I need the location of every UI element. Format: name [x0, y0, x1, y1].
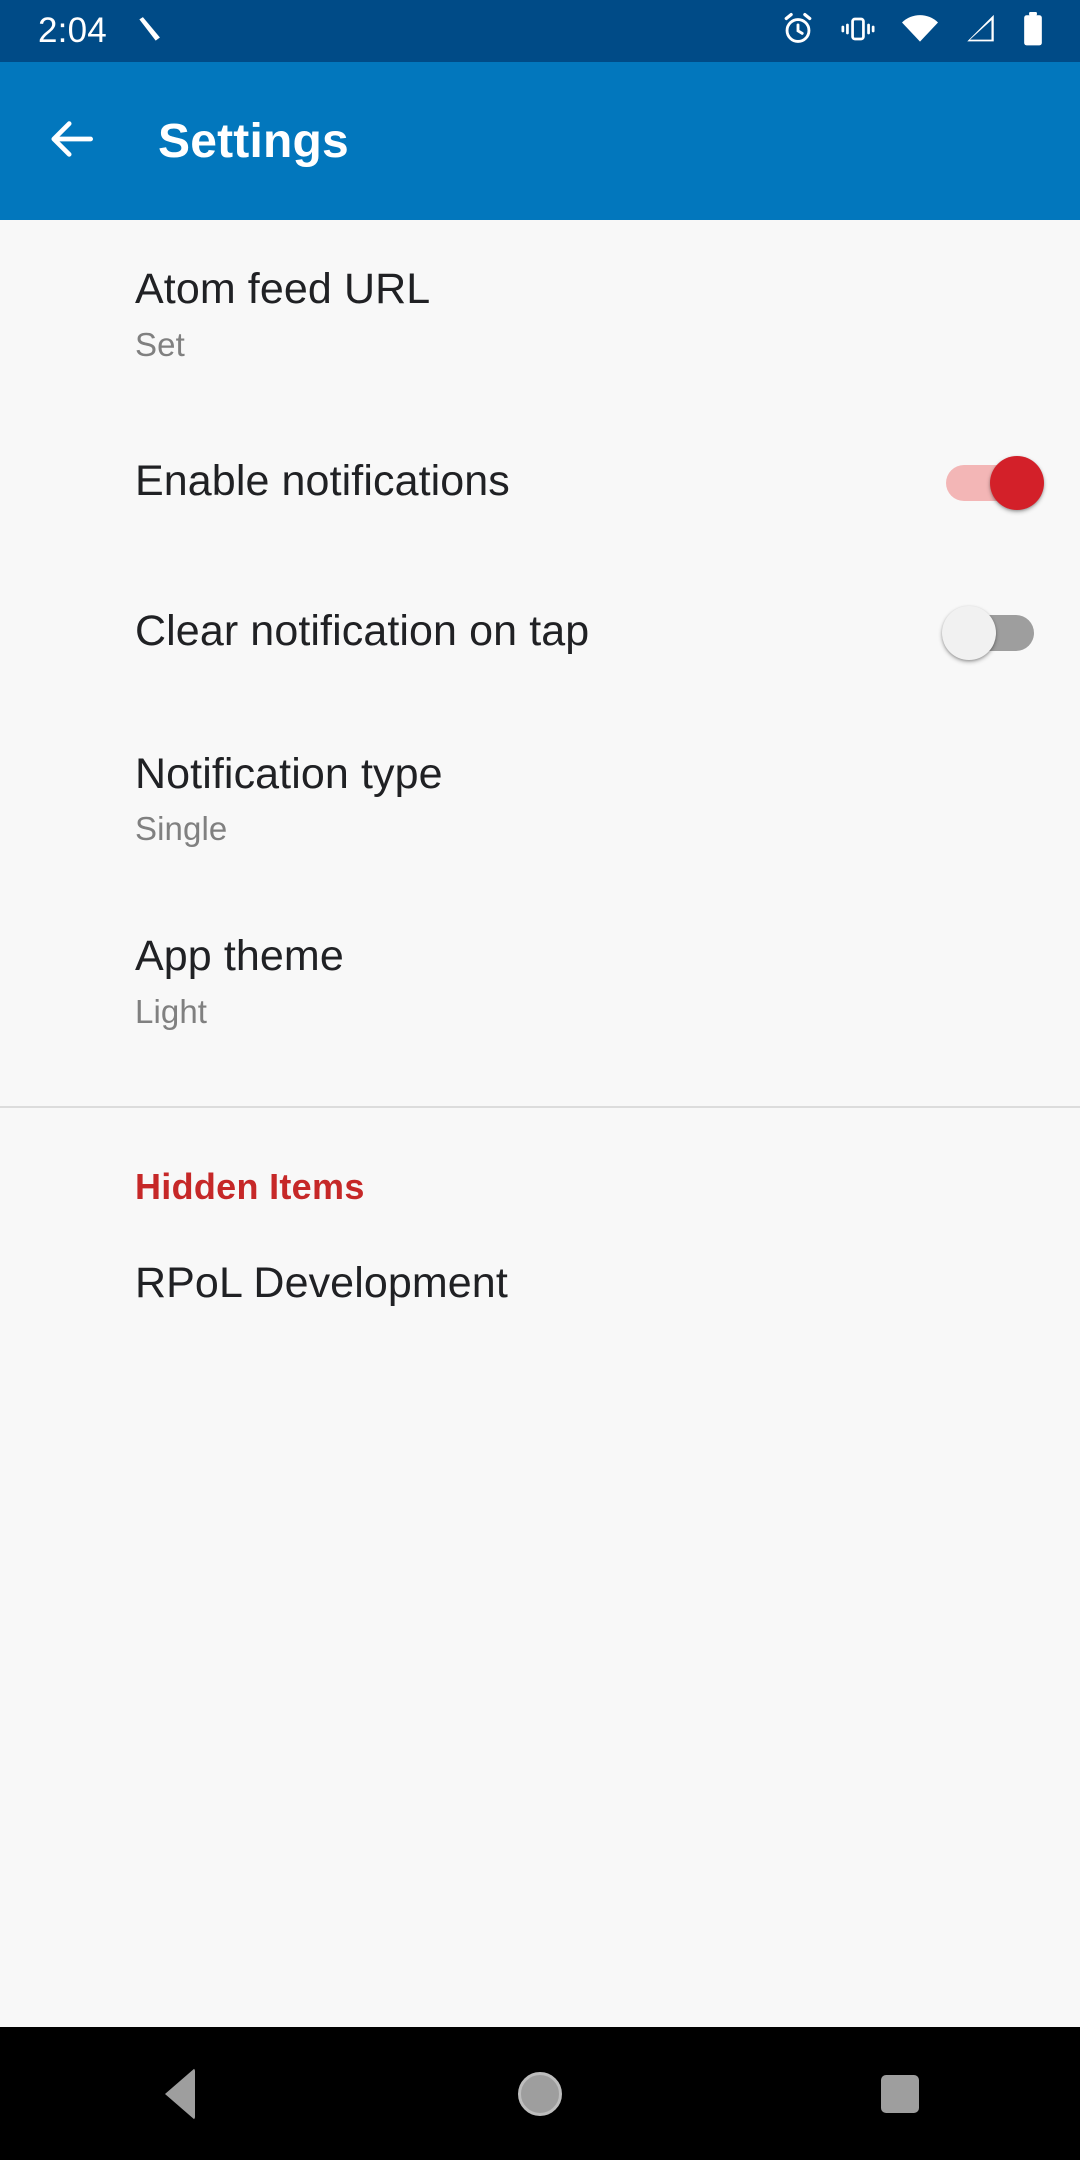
preference-text-block: Clear notification on tap: [135, 606, 918, 657]
preference-title: Enable notifications: [135, 457, 510, 506]
circle-home-icon: [518, 2071, 562, 2116]
preference-summary: Set: [135, 325, 185, 363]
category-header-hidden-items: Hidden Items: [135, 1165, 365, 1207]
status-bar-clock: 2:04: [38, 11, 107, 50]
phone-screen: 2:04 Settings Atom feed URL Set Enable n…: [0, 0, 1080, 2160]
preference-title: RPoL Development: [135, 1258, 508, 1307]
cellular-signal-icon: [962, 12, 998, 51]
status-bar-right: [780, 11, 1080, 52]
preference-text-block: App theme Light: [135, 931, 1046, 1034]
preference-text-block: Notification type Single: [135, 749, 1046, 852]
preference-summary: Single: [135, 810, 228, 848]
toggle-clear-notification-on-tap[interactable]: [942, 601, 1046, 663]
stylus-icon: [133, 12, 167, 51]
wifi-icon: [900, 12, 940, 51]
page-title: Settings: [158, 114, 349, 168]
system-navigation-bar: [0, 2027, 1080, 2160]
preference-text-block: Enable notifications: [135, 456, 918, 507]
preference-summary: Light: [135, 992, 208, 1030]
preference-notification-type[interactable]: Notification type Single: [0, 705, 1080, 890]
preference-title: App theme: [135, 932, 344, 981]
status-bar-left: 2:04: [0, 11, 167, 51]
preference-clear-notification-on-tap[interactable]: Clear notification on tap: [0, 559, 1080, 705]
preference-text-block: RPoL Development: [135, 1258, 1046, 1309]
triangle-back-icon: [165, 2067, 195, 2120]
app-bar: Settings: [0, 62, 1080, 220]
arrow-left-icon: [44, 111, 100, 172]
preference-title: Clear notification on tap: [135, 607, 590, 656]
settings-list: Atom feed URL Set Enable notifications C…: [0, 220, 1080, 2027]
toggle-enable-notifications[interactable]: [942, 451, 1046, 513]
preference-text-block: Atom feed URL Set: [135, 264, 1046, 367]
preference-atom-feed-url[interactable]: Atom feed URL Set: [0, 220, 1080, 405]
square-recents-icon: [881, 2074, 919, 2113]
back-button[interactable]: [24, 93, 120, 189]
nav-back-button[interactable]: [105, 2027, 255, 2160]
toggle-thumb: [990, 455, 1044, 510]
preference-title: Notification type: [135, 749, 443, 798]
battery-icon: [1020, 11, 1046, 52]
alarm-icon: [780, 11, 816, 52]
vibrate-icon: [838, 11, 878, 52]
nav-recents-button[interactable]: [825, 2027, 975, 2160]
preference-enable-notifications[interactable]: Enable notifications: [0, 405, 1080, 559]
toggle-thumb: [942, 605, 996, 660]
status-bar: 2:04: [0, 0, 1080, 62]
preference-title: Atom feed URL: [135, 265, 431, 313]
preference-rpol-development[interactable]: RPoL Development: [0, 1208, 1080, 1349]
preference-app-theme[interactable]: App theme Light: [0, 889, 1080, 1078]
nav-home-button[interactable]: [465, 2027, 615, 2160]
